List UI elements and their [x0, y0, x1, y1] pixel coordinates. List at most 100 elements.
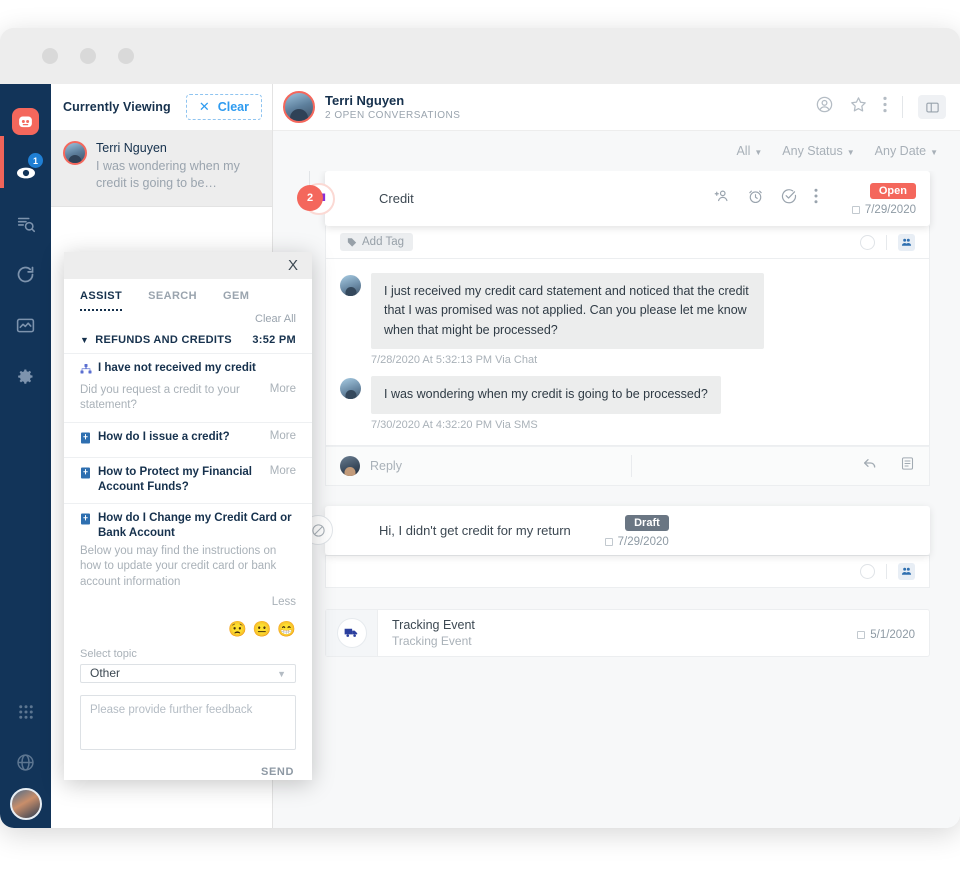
- resolve-check-icon[interactable]: [780, 187, 798, 210]
- thread-header[interactable]: Credit Open 7/29/2020: [303, 171, 930, 226]
- emoji-sad[interactable]: 😟: [228, 620, 247, 638]
- assist-item[interactable]: How do I issue a credit? More: [64, 421, 312, 457]
- reply-input[interactable]: Reply: [370, 459, 402, 473]
- conversation-detail-panel: Terri Nguyen 2 OPEN CONVERSATIONS All ▼ …: [273, 84, 960, 828]
- chevron-down-icon: ▼: [277, 669, 286, 680]
- assist-item-less-link[interactable]: Less: [80, 596, 296, 608]
- sidebar-item-viewing[interactable]: 1: [0, 147, 51, 198]
- tag-row: Add Tag: [325, 226, 930, 259]
- filter-all[interactable]: All ▼: [736, 144, 762, 158]
- assist-item-head: I have not received my credit: [80, 361, 296, 380]
- add-people-icon[interactable]: [713, 187, 731, 210]
- select-topic-value: Other: [90, 666, 121, 681]
- draft-row-actions: [860, 562, 915, 580]
- assist-panel-header: X: [64, 252, 312, 279]
- filter-date[interactable]: Any Date ▼: [875, 144, 938, 158]
- assist-panel: X ASSIST SEARCH GEM Clear All ▼ REFUNDS …: [64, 252, 312, 780]
- thread-actions: [713, 187, 818, 210]
- sidebar-item-search[interactable]: [0, 198, 51, 249]
- draft-date: 7/29/2020: [591, 536, 669, 548]
- avatar: [63, 141, 87, 165]
- panel-toggle-icon[interactable]: [918, 95, 946, 119]
- clear-button-label: Clear: [217, 100, 249, 114]
- participants-icon[interactable]: [898, 562, 915, 580]
- send-button[interactable]: SEND: [261, 766, 294, 778]
- draft-tag-row: [325, 554, 930, 588]
- close-icon[interactable]: X: [288, 257, 298, 274]
- assist-item-head: How do I Change my Credit Card or Bank A…: [80, 511, 296, 541]
- chevron-down-icon: ▼: [80, 334, 90, 345]
- app-window: 1 Currently Viewing ✕ Clear Terri Nguyen…: [0, 28, 960, 828]
- divider: [902, 96, 903, 118]
- collapse-circle-icon[interactable]: [860, 234, 875, 250]
- assist-item-row: Did you request a credit to your stateme…: [80, 383, 296, 414]
- window-dot-maximize[interactable]: [118, 48, 134, 64]
- overflow-menu-icon[interactable]: [883, 96, 887, 118]
- message-row: I was wondering when my credit is going …: [340, 376, 915, 414]
- tracking-date-block: 5/1/2020: [837, 624, 915, 641]
- status-badge: 2: [297, 185, 323, 211]
- article-icon: [80, 512, 92, 530]
- sidebar-item-help[interactable]: [0, 737, 51, 788]
- assist-item[interactable]: How do I Change my Credit Card or Bank A…: [64, 502, 312, 616]
- sidebar-item-logo[interactable]: [0, 96, 51, 147]
- list-item[interactable]: Terri Nguyen I was wondering when my cre…: [51, 131, 272, 207]
- calendar-icon: [851, 206, 860, 214]
- thread-date: 7/29/2020: [838, 204, 916, 216]
- tag-icon: [347, 238, 357, 247]
- tab-search[interactable]: SEARCH: [148, 290, 197, 311]
- snooze-alarm-icon[interactable]: [747, 188, 764, 210]
- assist-item-more-link[interactable]: More: [270, 383, 296, 395]
- feedback-textarea[interactable]: Please provide further feedback: [80, 694, 296, 750]
- robot-logo-icon: [12, 108, 39, 135]
- message-bubble: I just received my credit card statement…: [371, 273, 764, 350]
- collapse-circle-icon[interactable]: [860, 563, 875, 579]
- participants-icon[interactable]: [898, 233, 915, 251]
- overflow-menu-icon[interactable]: [814, 188, 818, 209]
- reply-bar[interactable]: Reply: [325, 445, 930, 486]
- clear-all-button[interactable]: Clear All: [64, 311, 312, 330]
- close-icon: ✕: [198, 99, 210, 114]
- profile-icon[interactable]: [815, 95, 834, 119]
- filter-status[interactable]: Any Status ▼: [782, 144, 854, 158]
- send-row: SEND: [64, 750, 312, 780]
- article-icon: [80, 431, 92, 449]
- tracking-body: Tracking Event Tracking Event: [378, 618, 475, 648]
- sidebar-item-refresh[interactable]: [0, 249, 51, 300]
- sidebar-item-apps[interactable]: [0, 686, 51, 737]
- emoji-neutral[interactable]: 😐: [253, 620, 272, 638]
- draft-card[interactable]: Hi, I didn't get credit for my return Dr…: [303, 505, 930, 555]
- message-meta: 7/28/2020 At 5:32:13 PM Via Chat: [371, 354, 538, 367]
- add-tag-label: Add Tag: [362, 236, 404, 248]
- assist-item-desc: Below you may find the instructions on h…: [80, 544, 277, 588]
- sidebar-item-analytics[interactable]: [0, 300, 51, 351]
- assist-item[interactable]: How to Protect my Financial Account Fund…: [64, 456, 312, 503]
- assist-group-header[interactable]: ▼ REFUNDS AND CREDITS 3:52 PM: [64, 330, 312, 353]
- header-actions: [815, 95, 946, 119]
- list-item-name: Terri Nguyen: [96, 141, 167, 155]
- assist-item-title: I have not received my credit: [98, 361, 256, 374]
- clear-button[interactable]: ✕ Clear: [185, 94, 262, 120]
- assist-item-more-link[interactable]: More: [270, 430, 296, 442]
- sidebar-item-settings[interactable]: [0, 351, 51, 402]
- add-tag-button[interactable]: Add Tag: [340, 233, 413, 251]
- note-icon[interactable]: [900, 456, 915, 476]
- select-topic-dropdown[interactable]: Other ▼: [80, 664, 296, 683]
- list-header: Currently Viewing ✕ Clear: [51, 84, 272, 131]
- assist-item-more-link[interactable]: More: [270, 465, 296, 477]
- reply-arrow-icon[interactable]: [862, 455, 878, 476]
- tab-assist[interactable]: ASSIST: [80, 290, 123, 311]
- assist-tabs: ASSIST SEARCH GEM: [64, 279, 312, 311]
- window-dot-close[interactable]: [42, 48, 58, 64]
- avatar[interactable]: [9, 788, 42, 820]
- tracking-event-card[interactable]: Tracking Event Tracking Event 5/1/2020: [325, 608, 930, 657]
- chevron-down-icon: ▼: [846, 147, 855, 157]
- assist-item[interactable]: I have not received my credit Did you re…: [64, 352, 312, 422]
- list-item-snippet: I was wondering when my credit is going …: [96, 159, 240, 190]
- tab-gem[interactable]: GEM: [223, 290, 249, 311]
- window-dot-minimize[interactable]: [80, 48, 96, 64]
- open-conversations-count: 2 OPEN CONVERSATIONS: [325, 110, 461, 122]
- emoji-happy[interactable]: 😁: [277, 620, 296, 638]
- star-icon[interactable]: [849, 95, 868, 119]
- viewing-badge: 1: [28, 153, 43, 168]
